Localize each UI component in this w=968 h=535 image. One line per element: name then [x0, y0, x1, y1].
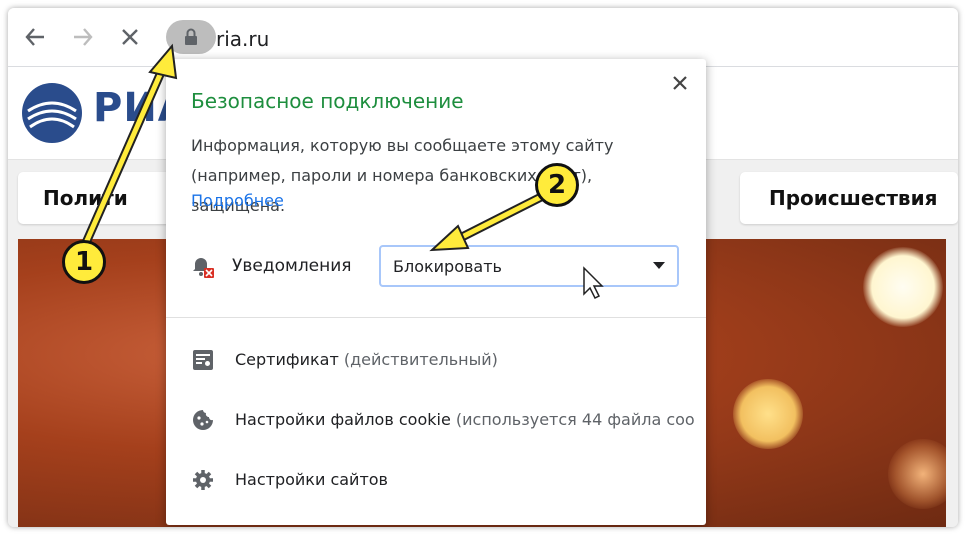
address-bar-url[interactable]: ria.ru: [216, 27, 269, 51]
stop-button[interactable]: [115, 22, 145, 52]
close-icon: [673, 76, 687, 90]
site-info-popup: Безопасное подключение Информация, котор…: [166, 59, 706, 525]
light-orb: [733, 379, 803, 449]
certificate-label: Сертификат: [235, 350, 339, 369]
certificate-status: (действительный): [343, 350, 498, 369]
cookie-settings-row[interactable]: Настройки файлов cookie (используется 44…: [191, 405, 701, 435]
site-info-button[interactable]: [166, 20, 216, 54]
arrow-right-icon: [74, 28, 93, 46]
cookie-settings-label: Настройки файлов cookie: [235, 410, 451, 429]
certificate-icon: [193, 350, 213, 370]
notifications-select-value: Блокировать: [393, 257, 502, 276]
cookie-icon: [193, 410, 213, 430]
gear-icon: [193, 470, 213, 490]
light-orb: [863, 247, 943, 327]
certificate-text: Сертификат (действительный): [235, 350, 498, 369]
cookie-settings-text: Настройки файлов cookie (используется 44…: [235, 410, 695, 429]
close-icon: [122, 29, 138, 45]
notifications-select[interactable]: Блокировать: [379, 245, 679, 287]
more-info-link[interactable]: Подробнее: [191, 191, 284, 210]
annotation-badge-2: 2: [535, 163, 579, 207]
annotation-badge-1: 1: [62, 240, 106, 284]
popup-title: Безопасное подключение: [191, 89, 464, 113]
browser-window: ria.ru РИА Полити Происшествия Безопасно…: [8, 8, 958, 527]
certificate-row[interactable]: Сертификат (действительный): [191, 345, 701, 375]
lock-icon: [185, 28, 197, 45]
notifications-label: Уведомления: [232, 256, 352, 276]
divider: [166, 317, 706, 318]
arrow-left-icon: [25, 28, 44, 46]
site-settings-row[interactable]: Настройки сайтов: [191, 465, 701, 495]
light-orb: [888, 439, 946, 509]
back-button[interactable]: [20, 22, 50, 52]
forward-button[interactable]: [68, 22, 98, 52]
site-settings-label: Настройки сайтов: [235, 470, 388, 489]
cookie-count: (используется 44 файла соо: [455, 410, 695, 429]
ria-logo-icon: [22, 83, 82, 143]
nav-incidents[interactable]: Происшествия: [740, 172, 958, 224]
notification-blocked-icon: [193, 258, 214, 278]
chevron-down-icon: [653, 262, 665, 269]
popup-close-button[interactable]: [668, 71, 692, 95]
